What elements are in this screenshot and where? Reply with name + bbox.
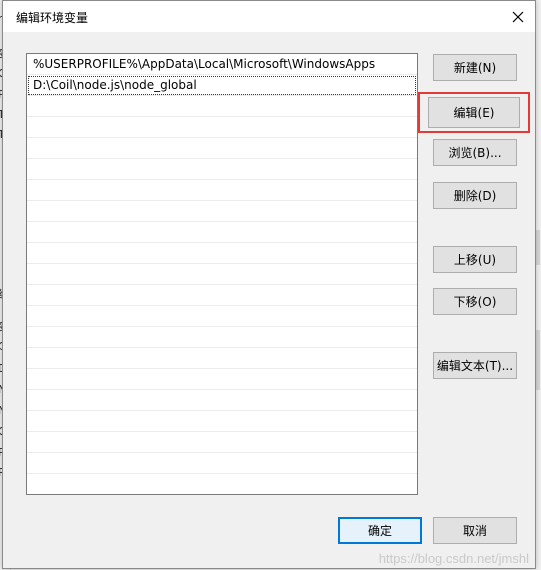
list-item-empty[interactable] (27, 138, 417, 159)
new-button[interactable]: 新建(N) (433, 54, 517, 81)
edit-env-var-dialog: 编辑环境变量 %USERPROFILE%\AppData\Local\Micro… (2, 0, 536, 569)
move-down-button[interactable]: 下移(O) (433, 288, 517, 315)
close-icon (512, 11, 524, 22)
list-item-empty[interactable] (27, 432, 417, 453)
list-item-empty[interactable] (27, 306, 417, 327)
browse-button[interactable]: 浏览(B)... (433, 139, 517, 166)
list-item-empty[interactable] (27, 327, 417, 348)
dialog-title: 编辑环境变量 (16, 11, 89, 25)
list-item-empty[interactable] (27, 159, 417, 180)
list-item-empty[interactable] (27, 117, 417, 138)
list-item-empty[interactable] (27, 201, 417, 222)
list-item-empty[interactable] (27, 180, 417, 201)
list-item-empty[interactable] (27, 453, 417, 474)
annotation-highlight (418, 92, 530, 133)
list-item-text: D:\Coil\node.js\node_global (33, 78, 197, 92)
cancel-button[interactable]: 取消 (433, 517, 517, 544)
list-item-empty[interactable] (27, 222, 417, 243)
path-list[interactable]: %USERPROFILE%\AppData\Local\Microsoft\Wi… (26, 53, 418, 495)
list-item-empty[interactable] (27, 390, 417, 411)
close-button[interactable] (501, 1, 535, 32)
list-item-empty[interactable] (27, 96, 417, 117)
delete-button[interactable]: 删除(D) (433, 182, 517, 209)
move-up-button[interactable]: 上移(U) (433, 246, 517, 273)
list-item-empty[interactable] (27, 348, 417, 369)
list-item-empty[interactable] (27, 264, 417, 285)
title-bar: 编辑环境变量 (3, 1, 535, 32)
list-item-empty[interactable] (27, 474, 417, 494)
list-item-empty[interactable] (27, 243, 417, 264)
ok-button[interactable]: 确定 (338, 517, 422, 544)
list-item-empty[interactable] (27, 369, 417, 390)
watermark: https://blog.csdn.net/jmshl (378, 551, 529, 566)
list-item[interactable]: %USERPROFILE%\AppData\Local\Microsoft\Wi… (27, 54, 417, 75)
edit-text-button[interactable]: 编辑文本(T)... (433, 352, 517, 379)
list-item-empty[interactable] (27, 285, 417, 306)
list-item-text: %USERPROFILE%\AppData\Local\Microsoft\Wi… (33, 57, 376, 71)
list-item-empty[interactable] (27, 411, 417, 432)
list-item[interactable]: D:\Coil\node.js\node_global (27, 75, 417, 96)
